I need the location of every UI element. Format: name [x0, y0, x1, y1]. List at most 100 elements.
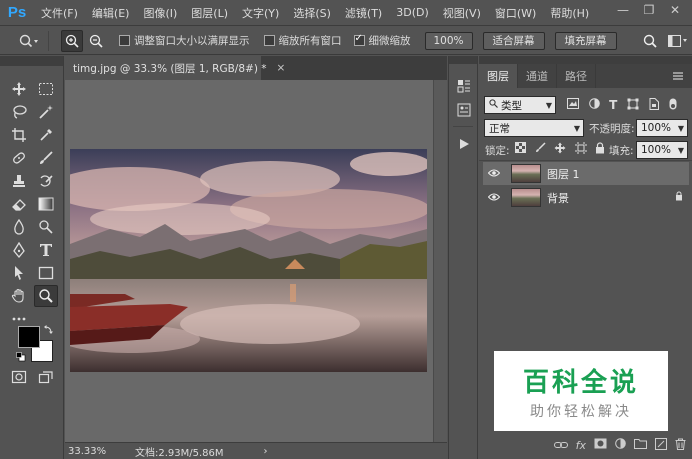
- layer-row[interactable]: 背景: [483, 186, 689, 209]
- minimize-button[interactable]: —: [610, 0, 636, 20]
- menu-filter[interactable]: 滤镜(T): [338, 5, 389, 21]
- resize-windows-option[interactable]: 调整窗口大小以满屏显示: [119, 33, 250, 48]
- filter-smart-object-icon[interactable]: [648, 97, 660, 113]
- lock-all-icon[interactable]: [595, 141, 605, 157]
- zoom-all-windows-option[interactable]: 缩放所有窗口: [263, 33, 342, 48]
- zoom-all-windows-checkbox[interactable]: [263, 35, 275, 46]
- zoom-100-button[interactable]: 100%: [424, 31, 473, 50]
- healing-brush-tool-icon[interactable]: [7, 147, 31, 169]
- gradient-tool-icon[interactable]: [34, 193, 58, 215]
- layer-filter-select[interactable]: 类型 ▼: [484, 96, 556, 114]
- actions-play-icon[interactable]: [454, 134, 474, 154]
- layer-visibility-eye-icon[interactable]: [483, 167, 505, 180]
- tools-panel-header[interactable]: [0, 56, 63, 66]
- fill-input[interactable]: 100% ▼: [636, 141, 688, 159]
- menu-view[interactable]: 视图(V): [436, 5, 488, 21]
- opacity-input[interactable]: 100% ▼: [636, 119, 688, 137]
- delete-layer-icon[interactable]: [675, 438, 686, 453]
- restore-button[interactable]: ❐: [636, 0, 662, 20]
- crop-tool-icon[interactable]: [7, 124, 31, 146]
- hand-tool-icon[interactable]: [7, 285, 31, 307]
- swap-colors-icon[interactable]: [44, 324, 54, 334]
- path-selection-tool-icon[interactable]: [7, 262, 31, 284]
- foreground-color-swatch[interactable]: [18, 326, 40, 348]
- panel-menu-icon[interactable]: [664, 64, 692, 88]
- menu-image[interactable]: 图像(I): [136, 5, 184, 21]
- zoom-tool-icon[interactable]: [34, 285, 58, 307]
- add-mask-icon[interactable]: [594, 438, 607, 452]
- filter-adjustment-icon[interactable]: [588, 98, 600, 112]
- lasso-tool-icon[interactable]: [7, 101, 31, 123]
- zoom-in-icon[interactable]: [61, 29, 83, 52]
- workspace-switcher-icon[interactable]: [665, 30, 691, 52]
- filter-shape-icon[interactable]: [627, 98, 639, 113]
- dock-header[interactable]: [449, 56, 477, 64]
- filter-type-icon[interactable]: T: [609, 98, 617, 112]
- close-button[interactable]: ✕: [662, 0, 688, 20]
- resize-windows-checkbox[interactable]: [119, 35, 130, 46]
- document-close-icon[interactable]: ×: [277, 62, 286, 74]
- move-tool-icon[interactable]: [7, 78, 31, 100]
- new-group-icon[interactable]: [634, 438, 647, 452]
- type-tool-icon[interactable]: [34, 239, 58, 261]
- lock-artboard-icon[interactable]: [574, 141, 587, 157]
- opacity-label: 不透明度:: [589, 123, 635, 135]
- lock-pixels-icon[interactable]: [535, 142, 546, 156]
- brush-tool-icon[interactable]: [34, 147, 58, 169]
- menu-help[interactable]: 帮助(H): [543, 5, 596, 21]
- scrubby-zoom-checkbox[interactable]: [353, 33, 365, 46]
- menu-3d[interactable]: 3D(D): [389, 6, 436, 19]
- scrubby-zoom-label: 细微缩放: [368, 35, 411, 47]
- tools-panel: [0, 56, 64, 459]
- blend-mode-select[interactable]: 正常 ▼: [484, 119, 584, 137]
- layer-row[interactable]: 图层 1: [483, 162, 689, 185]
- tab-layers[interactable]: 图层: [479, 64, 518, 88]
- history-panel-icon[interactable]: [454, 76, 474, 96]
- menu-layer[interactable]: 图层(L): [184, 5, 235, 21]
- rectangle-tool-icon[interactable]: [34, 262, 58, 284]
- fill-screen-button[interactable]: 填充屏幕: [554, 31, 617, 50]
- search-icon[interactable]: [639, 30, 661, 52]
- menu-file[interactable]: 文件(F): [34, 5, 85, 21]
- pen-tool-icon[interactable]: [7, 239, 31, 261]
- eraser-tool-icon[interactable]: [7, 193, 31, 215]
- fit-screen-button[interactable]: 适合屏幕: [482, 31, 545, 50]
- filter-toggle-icon[interactable]: [669, 98, 677, 113]
- eyedropper-tool-icon[interactable]: [34, 124, 58, 146]
- zoom-out-icon[interactable]: [85, 30, 107, 52]
- menu-edit[interactable]: 编辑(E): [85, 5, 137, 21]
- tab-channels[interactable]: 通道: [518, 64, 557, 88]
- marquee-tool-icon[interactable]: [34, 78, 58, 100]
- history-brush-tool-icon[interactable]: [34, 170, 58, 192]
- scrubby-zoom-option[interactable]: 细微缩放: [353, 33, 411, 48]
- layer-visibility-eye-icon[interactable]: [483, 191, 505, 204]
- layers-panel-header[interactable]: [479, 56, 692, 64]
- properties-panel-icon[interactable]: [454, 100, 474, 120]
- document-tab[interactable]: timg.jpg @ 33.3% (图层 1, RGB/8#) * ×: [65, 56, 285, 80]
- default-colors-icon[interactable]: [16, 352, 26, 362]
- clone-stamp-tool-icon[interactable]: [7, 170, 31, 192]
- status-menu-arrow[interactable]: ›: [264, 446, 268, 457]
- new-layer-icon[interactable]: [655, 437, 667, 453]
- link-layers-icon[interactable]: [553, 438, 568, 452]
- zoom-level[interactable]: 33.33%: [65, 446, 115, 457]
- quick-mask-icon[interactable]: [7, 366, 31, 388]
- filter-pixel-icon[interactable]: [567, 98, 579, 112]
- layer-effects-icon[interactable]: fx: [576, 439, 586, 452]
- canvas-vertical-scrollbar[interactable]: [433, 80, 447, 442]
- screen-mode-icon[interactable]: [34, 366, 58, 388]
- layer-filter-value: 类型: [501, 99, 522, 112]
- menu-window[interactable]: 窗口(W): [488, 5, 543, 21]
- canvas-area[interactable]: [65, 80, 433, 442]
- menu-type[interactable]: 文字(Y): [235, 5, 286, 21]
- tab-paths[interactable]: 路径: [557, 64, 596, 88]
- resize-windows-label: 调整窗口大小以满屏显示: [134, 35, 250, 47]
- lock-transparent-icon[interactable]: [515, 142, 526, 156]
- menu-select[interactable]: 选择(S): [286, 5, 338, 21]
- blur-tool-icon[interactable]: [7, 216, 31, 238]
- lock-position-icon[interactable]: [554, 142, 566, 157]
- magic-wand-tool-icon[interactable]: [34, 101, 58, 123]
- adjustment-layer-icon[interactable]: [615, 438, 626, 452]
- zoom-tool-preset-icon[interactable]: [14, 30, 44, 52]
- dodge-tool-icon[interactable]: [34, 216, 58, 238]
